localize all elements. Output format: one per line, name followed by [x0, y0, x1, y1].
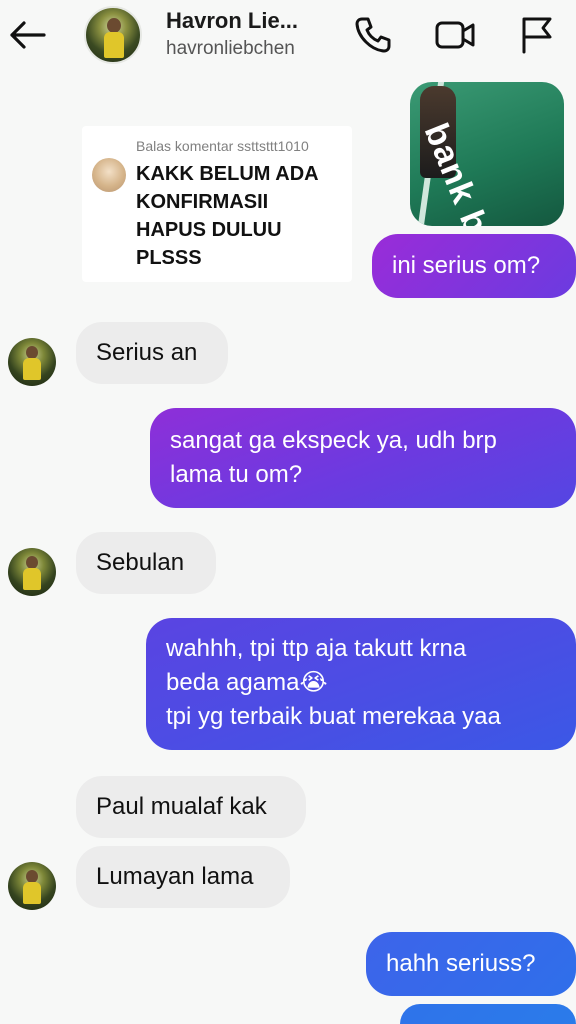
- message-text: tpi yg terbaik buat merekaa yaa: [166, 703, 501, 730]
- reply-label: Balas komentar ssttsttt1010: [136, 138, 309, 154]
- message-bubble-incoming[interactable]: Serius an: [76, 322, 228, 384]
- message-bubble-incoming[interactable]: Lumayan lama: [76, 846, 290, 908]
- flag-icon: [522, 17, 552, 54]
- contact-avatar[interactable]: [8, 338, 56, 386]
- message-bubble-incoming[interactable]: Paul mualaf kak: [76, 776, 306, 838]
- reply-comment-card[interactable]: Balas komentar ssttsttt1010 KAKK BELUM A…: [82, 126, 352, 282]
- message-bubble-incoming[interactable]: Sebulan: [76, 532, 216, 594]
- back-arrow-icon: [10, 21, 46, 49]
- message-bubble-outgoing[interactable]: sangat ga ekspeck ya, udh brp lama tu om…: [150, 408, 576, 508]
- message-text: wahhh, tpi ttp aja takutt krna: [166, 635, 467, 662]
- video-call-button[interactable]: [434, 14, 476, 56]
- message-text: beda agama😭: [166, 669, 328, 696]
- message-text: Paul mualaf kak: [96, 793, 267, 820]
- reply-line: KAKK BELUM ADA: [136, 163, 319, 185]
- message-bubble-outgoing[interactable]: wahhh, tpi ttp aja takutt krna beda agam…: [146, 618, 576, 750]
- contact-avatar[interactable]: [8, 548, 56, 596]
- message-bubble-outgoing-partial[interactable]: [400, 1004, 576, 1024]
- message-text: lama tu om?: [170, 461, 303, 488]
- message-text: Serius an: [96, 339, 198, 366]
- message-text: hahh seriuss?: [386, 950, 536, 977]
- contact-avatar[interactable]: [84, 6, 142, 64]
- chat-header: Havron Lie... havronliebchen: [0, 0, 576, 72]
- message-text: sangat ga ekspeck ya, udh brp: [170, 427, 497, 454]
- phone-icon: [355, 17, 391, 53]
- contact-username: havronliebchen: [166, 38, 295, 59]
- shared-photo[interactable]: bank bjb: [410, 82, 564, 226]
- message-text: Lumayan lama: [96, 863, 254, 890]
- reply-line: KONFIRMASII: [136, 191, 269, 213]
- contact-avatar[interactable]: [8, 862, 56, 910]
- contact-name[interactable]: Havron Lie...: [166, 8, 298, 34]
- message-text: ini serius om?: [392, 252, 541, 279]
- reply-line: PLSSS: [136, 247, 202, 269]
- commenter-avatar: [92, 158, 126, 192]
- reply-comment-text: KAKK BELUM ADA KONFIRMASII HAPUS DULUU P…: [136, 160, 346, 272]
- back-button[interactable]: [6, 14, 48, 56]
- message-bubble-outgoing[interactable]: ini serius om?: [372, 234, 576, 298]
- reply-line: HAPUS DULUU: [136, 219, 282, 241]
- message-bubble-outgoing[interactable]: hahh seriuss?: [366, 932, 576, 996]
- video-icon: [435, 21, 475, 49]
- report-button[interactable]: [516, 14, 558, 56]
- message-text: Sebulan: [96, 549, 185, 576]
- call-button[interactable]: [352, 14, 394, 56]
